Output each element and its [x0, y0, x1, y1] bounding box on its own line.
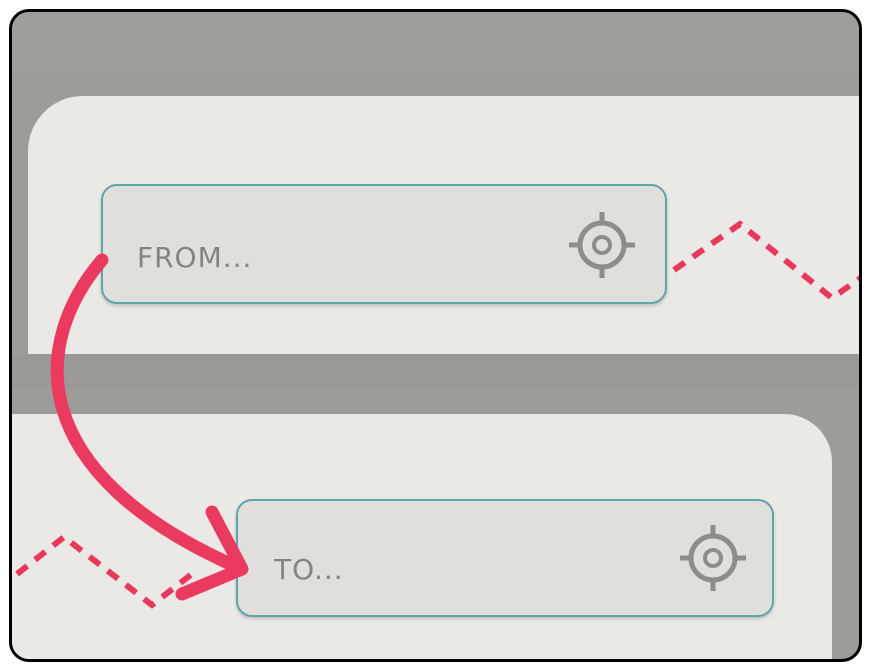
- screenshot-frame: FROM... TO...: [9, 9, 862, 662]
- curved-arrow: [50, 253, 249, 601]
